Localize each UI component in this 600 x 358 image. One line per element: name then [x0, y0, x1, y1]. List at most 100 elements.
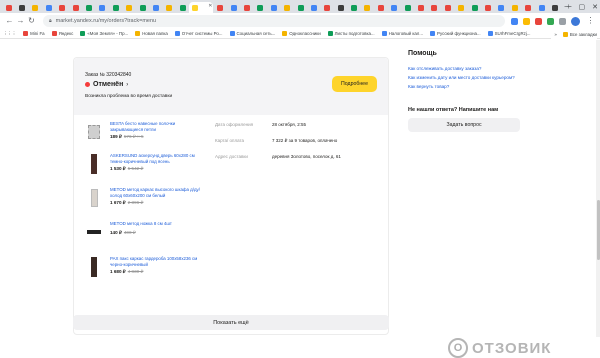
product-thumbnail[interactable]	[86, 221, 102, 243]
forward-icon[interactable]: →	[15, 13, 26, 29]
old-price: 5 542 ₽	[127, 166, 144, 171]
address-bar[interactable]: 🔒︎ market.yandex.ru/my/orders?track=menu	[43, 15, 505, 27]
browser-tab[interactable]	[321, 2, 334, 13]
browser-tab[interactable]	[334, 2, 347, 13]
browser-tab[interactable]	[401, 2, 414, 13]
maximize-icon[interactable]: ▢	[579, 3, 586, 11]
browser-tab[interactable]	[240, 2, 253, 13]
tab-search-icon[interactable]: ⌄	[552, 3, 558, 11]
browser-tab[interactable]	[254, 2, 267, 13]
bookmark-item[interactable]: Налоговый кал...	[381, 31, 423, 36]
browser-tab[interactable]	[428, 2, 441, 13]
all-bookmarks-link[interactable]: Все закладки	[570, 32, 597, 37]
extension-icon[interactable]	[547, 17, 554, 25]
bookmark-star-icon[interactable]	[523, 17, 530, 25]
share-icon[interactable]	[511, 17, 518, 25]
browser-tab[interactable]	[123, 2, 136, 13]
browser-tab[interactable]	[163, 2, 176, 13]
product-title-link[interactable]: PAX пакс каркас гардероба 100х58х236 см …	[110, 256, 208, 267]
browser-tab[interactable]	[481, 2, 494, 13]
browser-tab[interactable]	[347, 2, 360, 13]
watermark-text: ОТЗОВИК	[472, 339, 552, 357]
bookmark-item[interactable]: Социальная сеть...	[229, 31, 275, 36]
browser-tab[interactable]	[267, 2, 280, 13]
product-title-link[interactable]: BESTA бесто навесные полочки закрывающие…	[110, 121, 208, 132]
browser-tab[interactable]	[280, 2, 293, 13]
bookmark-item[interactable]: Отчет системы Ро...	[174, 31, 223, 36]
favicon-icon	[418, 4, 425, 11]
browser-tab[interactable]	[2, 2, 15, 13]
bookmark-item[interactable]: «Моя Земля» - Пр...	[80, 31, 128, 36]
bookmark-item[interactable]: SUrhFmeCrgRzj...	[487, 31, 530, 36]
browser-tab[interactable]	[388, 2, 401, 13]
apps-icon[interactable]: ⋮⋮⋮	[3, 31, 16, 37]
browser-tab[interactable]	[374, 2, 387, 13]
close-tab-icon[interactable]: ✕	[208, 4, 212, 9]
product-thumbnail[interactable]	[86, 153, 102, 175]
extension-icon[interactable]	[535, 17, 542, 25]
bookmark-item[interactable]: Mini Fa	[23, 31, 45, 36]
browser-tab[interactable]	[42, 2, 55, 13]
bookmark-favicon-icon	[80, 31, 86, 36]
browser-tab[interactable]	[227, 2, 240, 13]
reload-icon[interactable]: ↻	[26, 13, 37, 29]
browser-tab-active[interactable]: ✕	[189, 2, 214, 13]
kebab-menu-icon[interactable]: ⋮	[585, 13, 596, 29]
product-title-link[interactable]: METOD метод каркас высокого шкафа д/ду/х…	[110, 187, 208, 198]
bookmark-item[interactable]: Листы подготовка...	[327, 31, 375, 36]
show-more-button[interactable]: Показать ещё	[73, 315, 389, 330]
bookmark-item[interactable]: Русский функциона...	[430, 31, 481, 36]
page-scrollbar[interactable]	[596, 40, 600, 337]
puzzle-icon[interactable]	[559, 17, 566, 25]
browser-tab[interactable]	[455, 2, 468, 13]
browser-tab[interactable]	[495, 2, 508, 13]
help-title: Помощь	[408, 50, 437, 57]
browser-tab[interactable]	[468, 2, 481, 13]
bookmark-item[interactable]: Яндекс	[51, 31, 73, 36]
browser-tab[interactable]	[56, 2, 69, 13]
browser-tab[interactable]	[307, 2, 320, 13]
browser-tab[interactable]	[149, 2, 162, 13]
details-button[interactable]: Подробнее	[332, 76, 377, 92]
bookmarks-more-icon[interactable]: »	[554, 32, 556, 37]
favicon-icon	[179, 4, 186, 11]
browser-tab[interactable]	[521, 2, 534, 13]
browser-tab[interactable]	[15, 2, 28, 13]
favicon-icon	[444, 4, 451, 11]
bookmark-item[interactable]: Одноклассники	[282, 31, 321, 36]
browser-tab[interactable]	[96, 2, 109, 13]
browser-tab[interactable]	[176, 2, 189, 13]
browser-tab[interactable]	[361, 2, 374, 13]
scrollbar-thumb[interactable]	[596, 200, 600, 260]
browser-tab[interactable]	[29, 2, 42, 13]
browser-tab[interactable]	[69, 2, 82, 13]
product-price: 1 680 ₽4 830 ₽	[110, 269, 143, 275]
help-link[interactable]: Как вернуть товар?	[408, 84, 528, 90]
back-icon[interactable]: ←	[4, 13, 15, 29]
browser-tab[interactable]	[294, 2, 307, 13]
product-title-link[interactable]: METOD метод ножка 8 см 4шт	[110, 221, 208, 227]
browser-tab[interactable]	[109, 2, 122, 13]
browser-tab[interactable]	[414, 2, 427, 13]
product-thumbnail[interactable]	[86, 121, 102, 143]
product-title-link[interactable]: ASKERSUND аскерсунд дверь 60х280 см темн…	[110, 153, 208, 164]
close-window-icon[interactable]: ✕	[592, 3, 598, 11]
favicon-icon	[152, 4, 159, 11]
bookmark-item[interactable]: Новая папка	[135, 31, 168, 36]
browser-tab[interactable]	[508, 2, 521, 13]
browser-tab[interactable]	[136, 2, 149, 13]
browser-tab[interactable]	[213, 2, 226, 13]
ask-question-button[interactable]: Задать вопрос	[408, 118, 520, 132]
product-thumbnail[interactable]	[86, 256, 102, 278]
order-status[interactable]: Отменён ›	[85, 81, 128, 88]
minimize-icon[interactable]: —	[565, 3, 572, 10]
help-link[interactable]: Как отслеживать доставку заказа?	[408, 66, 528, 72]
browser-tab[interactable]	[441, 2, 454, 13]
favicon-icon	[19, 4, 26, 11]
help-link[interactable]: Как изменить дату или место доставки кур…	[408, 75, 528, 81]
browser-tab[interactable]	[82, 2, 95, 13]
profile-avatar[interactable]	[571, 16, 580, 26]
browser-tab[interactable]	[535, 2, 548, 13]
product-price: 1 530 ₽5 542 ₽	[110, 166, 143, 172]
product-thumbnail[interactable]	[86, 187, 102, 209]
